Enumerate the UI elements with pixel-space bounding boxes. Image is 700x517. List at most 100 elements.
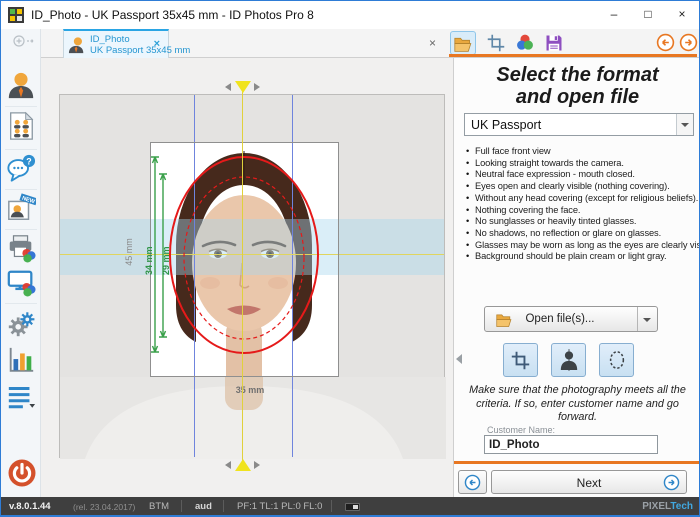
- statistics-chart-icon[interactable]: [6, 345, 36, 375]
- top-crop-handle[interactable]: [235, 81, 251, 93]
- tab-close-icon[interactable]: ×: [154, 38, 160, 50]
- crop-icon: [487, 34, 505, 52]
- criteria-item: Nothing covering the face.: [466, 205, 694, 217]
- status-divider: [181, 500, 182, 512]
- panel-heading: Select the format and open file: [454, 64, 700, 108]
- status-bar: v.8.0.1.44 (rel. 23.04.2017) BTM aud PF:…: [1, 497, 700, 517]
- app-window: ID_Photo - UK Passport 35x45 mm - ID Pho…: [0, 0, 700, 517]
- version-label: v.8.0.1.44: [9, 501, 51, 512]
- height-measure-label: 45 mm: [124, 238, 134, 266]
- format-select-arrow[interactable]: [676, 114, 693, 135]
- counters-label: PF:1 TL:1 PL:0 FL:0: [237, 501, 322, 512]
- photo-work-area: 34 mm 29 mm 45 mm 35 mm: [59, 94, 445, 458]
- brand-pixel: PIXEL: [642, 501, 670, 512]
- window-title: ID_Photo - UK Passport 35x45 mm - ID Pho…: [31, 8, 314, 22]
- next-button-label: Next: [492, 476, 686, 490]
- bottom-crop-handle[interactable]: [235, 459, 251, 471]
- format-select[interactable]: UK Passport: [464, 113, 694, 136]
- help-chat-icon[interactable]: ?: [6, 153, 36, 183]
- tab-title: ID_Photo: [90, 34, 130, 45]
- add-tab-icon[interactable]: [13, 34, 37, 48]
- criteria-item: Eyes open and clearly visible (nothing c…: [466, 181, 694, 193]
- panel-heading-line1: Select the format: [454, 64, 700, 86]
- tab-person-icon: [68, 36, 86, 54]
- batch-document-icon[interactable]: [6, 111, 36, 141]
- customer-name-label: Customer Name:: [487, 425, 555, 435]
- panel-heading-line2: and open file: [454, 86, 700, 108]
- criteria-item: Background should be plain cream or ligh…: [466, 251, 694, 263]
- sidebar-separator: [5, 229, 37, 230]
- menu-icon[interactable]: [6, 381, 36, 411]
- svg-text:?: ?: [26, 156, 31, 166]
- minimize-button[interactable]: –: [597, 1, 631, 27]
- criteria-item: No sunglasses or heavily tinted glasses.: [466, 216, 694, 228]
- format-selected-value: UK Passport: [471, 118, 541, 132]
- crop-mode-button[interactable]: [503, 343, 538, 377]
- criteria-list: Full face front view Looking straight to…: [466, 146, 694, 263]
- status-divider: [223, 500, 224, 512]
- tab-id-photo[interactable]: ID_Photo UK Passport 35x45 mm ×: [63, 29, 169, 58]
- svg-text:29 mm: 29 mm: [161, 246, 171, 275]
- format-panel: Select the format and open file UK Passp…: [454, 58, 700, 497]
- criteria-item: Glasses may be worn as long as the eyes …: [466, 240, 694, 252]
- workspace-close-icon[interactable]: ×: [429, 36, 436, 50]
- face-oval-button[interactable]: [599, 343, 634, 377]
- open-files-label: Open file(s)...: [485, 313, 635, 325]
- display-icon[interactable]: [6, 267, 36, 297]
- criteria-item: No shadows, no reflection or glare on gl…: [466, 228, 694, 240]
- status-divider: [331, 500, 332, 512]
- sidebar-separator: [5, 189, 37, 190]
- brand-tech: Tech: [670, 501, 693, 512]
- color-wheel-icon: [515, 33, 535, 53]
- open-files-button[interactable]: Open file(s)...: [484, 306, 658, 332]
- tab-bar: ID_Photo UK Passport 35x45 mm × ×: [41, 29, 700, 58]
- customer-icon[interactable]: [6, 70, 36, 100]
- brand-logo: PIXELTech: [642, 501, 693, 512]
- photo-canvas: 34 mm 29 mm 45 mm 35 mm: [41, 58, 454, 497]
- settings-gears-icon[interactable]: [6, 309, 36, 339]
- chevron-down-icon: [681, 123, 689, 127]
- collapse-panel-icon[interactable]: [456, 354, 462, 364]
- customer-name-input[interactable]: [484, 435, 658, 454]
- nav-back-icon[interactable]: [656, 33, 675, 52]
- panel-accent-line: [454, 461, 700, 464]
- back-button[interactable]: [458, 470, 487, 494]
- crop-icon: [511, 351, 530, 370]
- instruction-note: Make sure that the photography meets all…: [465, 384, 690, 425]
- btm-label: BTM: [149, 501, 169, 512]
- dashed-ellipse-icon: [607, 349, 627, 371]
- tab-subtitle: UK Passport 35x45 mm: [90, 45, 190, 56]
- center-line[interactable]: [242, 91, 243, 462]
- next-arrow-icon: [663, 474, 680, 491]
- open-files-dropdown[interactable]: [637, 307, 657, 331]
- handle-arrow-right-icon: [254, 83, 260, 91]
- svg-text:34 mm: 34 mm: [144, 246, 154, 275]
- release-date-label: (rel. 23.04.2017): [73, 502, 135, 512]
- print-icon[interactable]: [6, 233, 36, 263]
- face-guides-overlay: 34 mm 29 mm: [60, 95, 446, 459]
- close-button[interactable]: ×: [665, 1, 699, 27]
- new-photo-icon[interactable]: NEW: [6, 193, 36, 223]
- face-align-button[interactable]: [551, 343, 586, 377]
- open-tool-button[interactable]: [450, 31, 476, 55]
- handle-arrow-right-icon: [254, 461, 260, 469]
- sidebar: ? NEW: [1, 29, 41, 497]
- title-bar: ID_Photo - UK Passport 35x45 mm - ID Pho…: [1, 1, 700, 29]
- maximize-button[interactable]: □: [631, 1, 665, 27]
- color-adjust-button[interactable]: [512, 31, 538, 55]
- power-exit-icon[interactable]: [6, 457, 38, 489]
- app-icon: [8, 7, 24, 23]
- crop-tool-button[interactable]: [483, 31, 509, 55]
- criteria-item: Without any head covering (except for re…: [466, 193, 694, 205]
- save-icon: [545, 34, 563, 52]
- sidebar-separator: [5, 303, 37, 304]
- aud-label: aud: [195, 501, 212, 512]
- person-silhouette-icon: [559, 349, 579, 371]
- width-measure-label: 35 mm: [220, 385, 280, 395]
- save-tool-button[interactable]: [541, 31, 567, 55]
- sidebar-separator: [5, 106, 37, 107]
- status-toggle[interactable]: [345, 503, 360, 511]
- sidebar-separator: [5, 149, 37, 150]
- next-button[interactable]: Next: [491, 470, 687, 494]
- nav-forward-icon[interactable]: [679, 33, 698, 52]
